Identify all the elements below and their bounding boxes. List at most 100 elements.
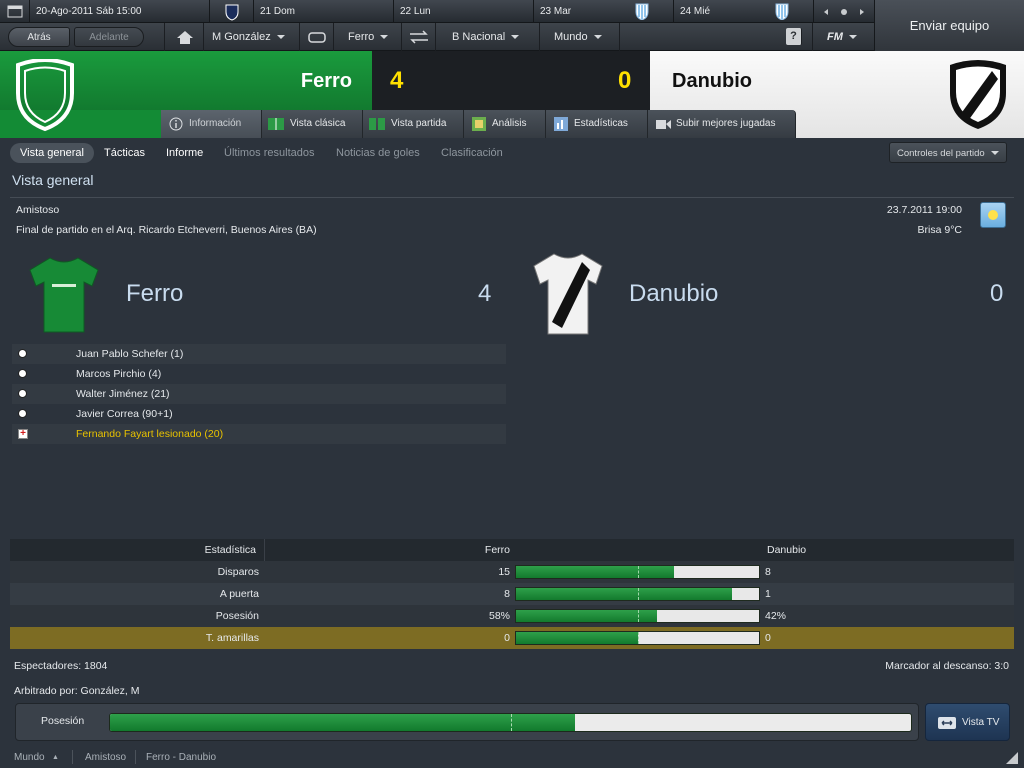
stat-bar bbox=[515, 587, 760, 601]
nav-bar: Atrás Adelante M González Ferro B Nacion… bbox=[0, 23, 874, 51]
tab-match-view[interactable]: Vista partida bbox=[363, 110, 464, 138]
tv-icon bbox=[938, 717, 956, 729]
send-team-button[interactable]: Enviar equipo bbox=[874, 0, 1024, 51]
match-datetime: 23.7.2011 19:00 bbox=[886, 204, 962, 216]
top-bar: 20-Ago-2011 Sáb 15:00 21 Dom 22 Lun 23 M… bbox=[0, 0, 1024, 23]
club-menu[interactable]: Ferro bbox=[334, 23, 402, 51]
fm-menu[interactable]: FM bbox=[812, 23, 874, 51]
tv-view-button[interactable]: Vista TV bbox=[925, 703, 1010, 741]
match-view-icon bbox=[369, 118, 385, 130]
subtab-overview[interactable]: Vista general bbox=[10, 143, 94, 163]
day-22[interactable]: 22 Lun bbox=[394, 0, 534, 23]
competition-label: Amistoso bbox=[16, 204, 60, 216]
tab-upload-highlights[interactable]: Subir mejores jugadas bbox=[648, 110, 796, 138]
racing-crest-icon bbox=[775, 3, 789, 20]
home-team-title: Ferro bbox=[126, 280, 184, 307]
event-goal: Javier Correa (90+1) bbox=[76, 408, 173, 420]
chevron-down-icon bbox=[276, 35, 285, 40]
chevron-up-icon[interactable]: ▲ bbox=[52, 754, 59, 761]
stat-bar-midline bbox=[637, 610, 639, 622]
goal-ball-icon bbox=[18, 409, 27, 418]
subtab-standings[interactable]: Clasificación bbox=[441, 143, 503, 163]
stat-label: A puerta bbox=[219, 588, 259, 600]
score-band bbox=[372, 51, 650, 110]
stat-home: 15 bbox=[498, 566, 510, 578]
away-score: 0 bbox=[618, 67, 632, 94]
away-team-title: Danubio bbox=[629, 280, 719, 307]
stat-bar-fill bbox=[516, 632, 638, 644]
breadcrumb-match[interactable]: Ferro - Danubio bbox=[146, 752, 216, 763]
home-icon[interactable] bbox=[164, 23, 204, 51]
day-23[interactable]: 23 Mar bbox=[534, 0, 674, 23]
forward-button[interactable]: Adelante bbox=[74, 27, 144, 47]
match-controls-dropdown[interactable]: Controles del partido bbox=[889, 142, 1007, 163]
tab-analysis[interactable]: Análisis bbox=[464, 110, 546, 138]
referee-label: Arbitrado por: González, M bbox=[14, 685, 140, 697]
stats-header-away: Danubio bbox=[767, 544, 807, 556]
subtab-tactics[interactable]: Tácticas bbox=[104, 143, 145, 163]
video-camera-icon bbox=[656, 120, 671, 129]
chevron-down-icon bbox=[511, 35, 520, 40]
tab-statistics[interactable]: Estadísticas bbox=[546, 110, 648, 138]
stat-bar-midline bbox=[637, 632, 639, 644]
stat-bar-fill bbox=[516, 610, 657, 622]
possession-midline bbox=[510, 714, 512, 731]
competition-menu[interactable]: B Nacional bbox=[436, 23, 540, 51]
subtab-latest-results[interactable]: Últimos resultados bbox=[224, 143, 314, 163]
stat-bar bbox=[515, 631, 760, 645]
breadcrumb-friendly[interactable]: Amistoso bbox=[85, 752, 126, 763]
calendar-scroller[interactable] bbox=[814, 0, 874, 23]
help-button[interactable]: ? bbox=[786, 28, 802, 45]
day-club-crest-icon bbox=[210, 0, 254, 23]
stat-bar-fill bbox=[516, 566, 675, 578]
danubio-crest-icon bbox=[950, 60, 1006, 129]
tab-classic-view[interactable]: Vista clásica bbox=[262, 110, 363, 138]
day-24[interactable]: 24 Mié bbox=[674, 0, 814, 23]
weather-label: Brisa 9°C bbox=[917, 224, 962, 236]
event-injury: Fernando Fayart lesionado (20) bbox=[76, 428, 224, 440]
analysis-icon bbox=[472, 117, 486, 131]
statistics-icon bbox=[554, 117, 568, 131]
manager-menu[interactable]: M González bbox=[204, 23, 300, 51]
racing-crest-icon bbox=[635, 3, 649, 20]
stat-bar-midline bbox=[637, 588, 639, 600]
goal-ball-icon bbox=[18, 369, 27, 378]
day-21[interactable]: 21 Dom bbox=[254, 0, 394, 23]
goal-ball-icon bbox=[18, 349, 27, 358]
subtab-goal-news[interactable]: Noticias de goles bbox=[336, 143, 420, 163]
stat-label: Posesión bbox=[215, 610, 259, 622]
home-team-goals: 4 bbox=[478, 280, 492, 307]
stat-bar-midline bbox=[637, 566, 639, 578]
stat-home: 0 bbox=[504, 632, 510, 644]
stat-away: 1 bbox=[765, 588, 771, 600]
stat-away: 0 bbox=[765, 632, 771, 644]
stats-header-home: Ferro bbox=[264, 539, 510, 561]
stat-bar-fill bbox=[516, 588, 733, 600]
danubio-shirt-icon bbox=[533, 253, 603, 335]
stat-home: 8 bbox=[504, 588, 510, 600]
back-button[interactable]: Atrás bbox=[8, 27, 70, 47]
chevron-down-icon bbox=[380, 35, 389, 40]
current-date: 20-Ago-2011 Sáb 15:00 bbox=[30, 0, 210, 23]
breadcrumb-world[interactable]: Mundo bbox=[14, 752, 45, 763]
chevron-down-icon bbox=[848, 35, 857, 40]
world-menu[interactable]: Mundo bbox=[540, 23, 620, 51]
stats-row-possession: Posesión 58% 42% bbox=[10, 605, 1014, 627]
resize-handle-icon[interactable] bbox=[1006, 752, 1018, 764]
calendar-icon[interactable] bbox=[0, 0, 30, 23]
ferro-shirt-icon bbox=[29, 257, 99, 333]
tab-information[interactable]: Información bbox=[161, 110, 262, 138]
pitch-icon bbox=[268, 118, 284, 130]
subtab-report[interactable]: Informe bbox=[166, 143, 203, 163]
home-team-name: Ferro bbox=[300, 70, 352, 92]
goal-ball-icon bbox=[18, 389, 27, 398]
spectators-label: Espectadores: 1804 bbox=[14, 660, 108, 672]
chevron-down-icon bbox=[990, 151, 999, 156]
stats-row-yellow-cards: T. amarillas 0 0 bbox=[10, 627, 1014, 649]
possession-label: Posesión bbox=[41, 715, 85, 727]
mail-icon[interactable] bbox=[300, 23, 334, 51]
stat-label: Disparos bbox=[217, 566, 259, 578]
injury-icon: + bbox=[18, 429, 28, 439]
swap-icon[interactable] bbox=[402, 23, 436, 51]
venue-label: Final de partido en el Arq. Ricardo Etch… bbox=[16, 224, 317, 236]
